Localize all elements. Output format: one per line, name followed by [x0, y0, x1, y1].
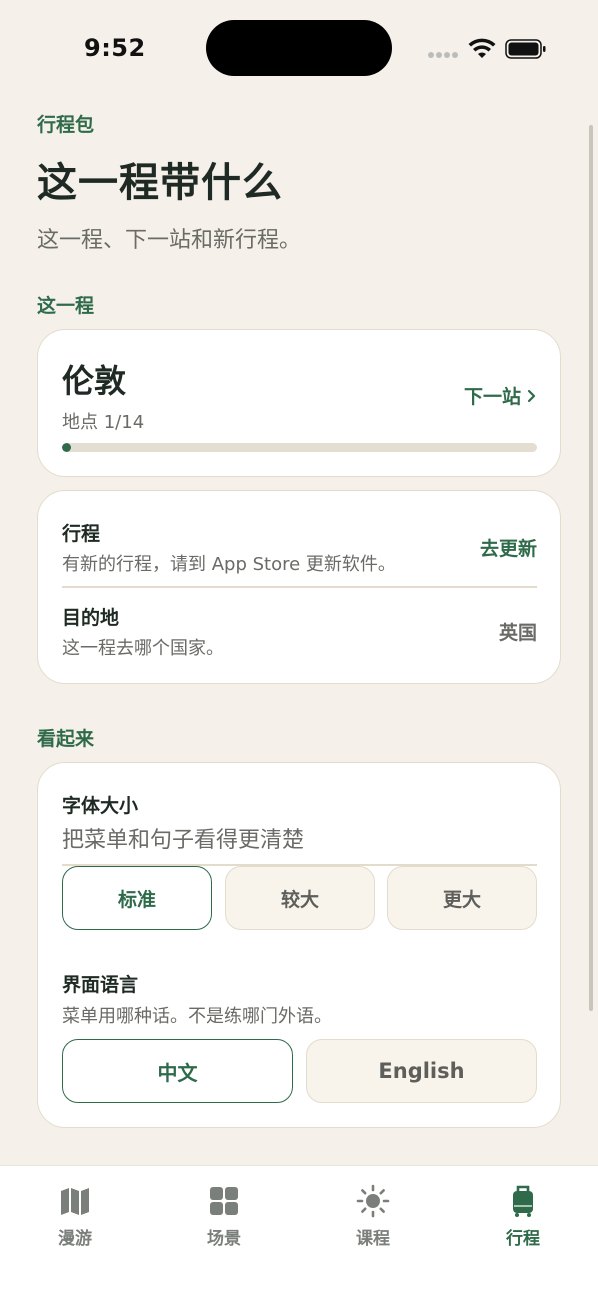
tab-trip[interactable]: 行程	[473, 1184, 573, 1254]
font-size-option-standard[interactable]: 标准	[62, 866, 212, 930]
tab-bar: 漫游 场景 课程 行程	[0, 1165, 598, 1300]
next-stop-button[interactable]: 下一站	[464, 382, 536, 409]
map-icon	[61, 1188, 89, 1215]
tab-label: 行程	[506, 1229, 540, 1249]
destination-description: 这一程去哪个国家。	[62, 638, 224, 659]
destination-value: 英国	[498, 622, 537, 644]
next-stop-label: 下一站	[463, 386, 521, 408]
tab-scenes[interactable]: 场景	[174, 1184, 274, 1254]
itinerary-description: 有新的行程，请到 App Store 更新软件。	[62, 554, 396, 575]
chevron-right-icon	[527, 389, 536, 402]
tab-roam[interactable]: 漫游	[25, 1184, 125, 1254]
section-label-current-trip: 这一程	[37, 295, 95, 317]
trip-progress-text: 地点 1/14	[62, 412, 145, 433]
destination-title: 目的地	[62, 607, 120, 629]
font-size-title: 字体大小	[62, 795, 139, 817]
tab-label: 场景	[207, 1229, 241, 1249]
luggage-icon	[513, 1185, 533, 1217]
language-option-chinese[interactable]: 中文	[62, 1039, 293, 1103]
sun-icon	[356, 1184, 390, 1218]
grid-icon	[210, 1187, 238, 1215]
tab-lessons[interactable]: 课程	[323, 1184, 423, 1254]
section-label-appearance: 看起来	[37, 728, 95, 750]
appearance-card: 字体大小 把菜单和句子看得更清楚 标准 较大 更大 界面语言 菜单用哪种话。不是…	[37, 762, 561, 1128]
status-time: 9:52	[84, 34, 146, 62]
itinerary-row: 行程 有新的行程，请到 App Store 更新软件。 去更新	[62, 517, 537, 581]
trip-city: 伦敦	[62, 362, 127, 400]
status-bar: 9:52	[0, 0, 598, 96]
font-size-option-large[interactable]: 较大	[225, 866, 375, 930]
trip-settings-card: 行程 有新的行程，请到 App Store 更新软件。 去更新 目的地 这一程去…	[37, 490, 561, 684]
current-trip-card: 伦敦 地点 1/14 下一站	[37, 329, 561, 477]
update-itinerary-button[interactable]: 去更新	[480, 534, 537, 561]
font-size-option-larger[interactable]: 更大	[387, 866, 537, 930]
page-title: 这一程带什么	[37, 160, 283, 206]
row-divider	[62, 586, 537, 588]
scroll-indicator[interactable]	[589, 125, 593, 1011]
trip-pack-screen: 9:52 行程包 这一程带什么 这一程、下一站和新行程。 这一程 伦敦 地点 1…	[0, 0, 598, 1300]
wifi-icon	[468, 38, 496, 58]
font-size-description: 把菜单和句子看得更清楚	[62, 828, 305, 853]
language-option-english[interactable]: English	[306, 1039, 537, 1103]
page-eyebrow: 行程包	[37, 114, 95, 136]
page-subtitle: 这一程、下一站和新行程。	[37, 228, 302, 253]
dynamic-island	[206, 20, 392, 76]
battery-icon	[505, 39, 546, 59]
interface-language-description: 菜单用哪种话。不是练哪门外语。	[62, 1006, 332, 1027]
tab-label: 课程	[356, 1229, 390, 1249]
itinerary-title: 行程	[62, 523, 101, 545]
interface-language-title: 界面语言	[62, 974, 139, 996]
tab-label: 漫游	[58, 1229, 92, 1249]
cellular-signal-icon	[428, 52, 458, 58]
trip-progress-bar	[62, 443, 537, 452]
trip-progress-fill	[62, 443, 71, 452]
destination-row[interactable]: 目的地 这一程去哪个国家。 英国	[62, 601, 537, 665]
